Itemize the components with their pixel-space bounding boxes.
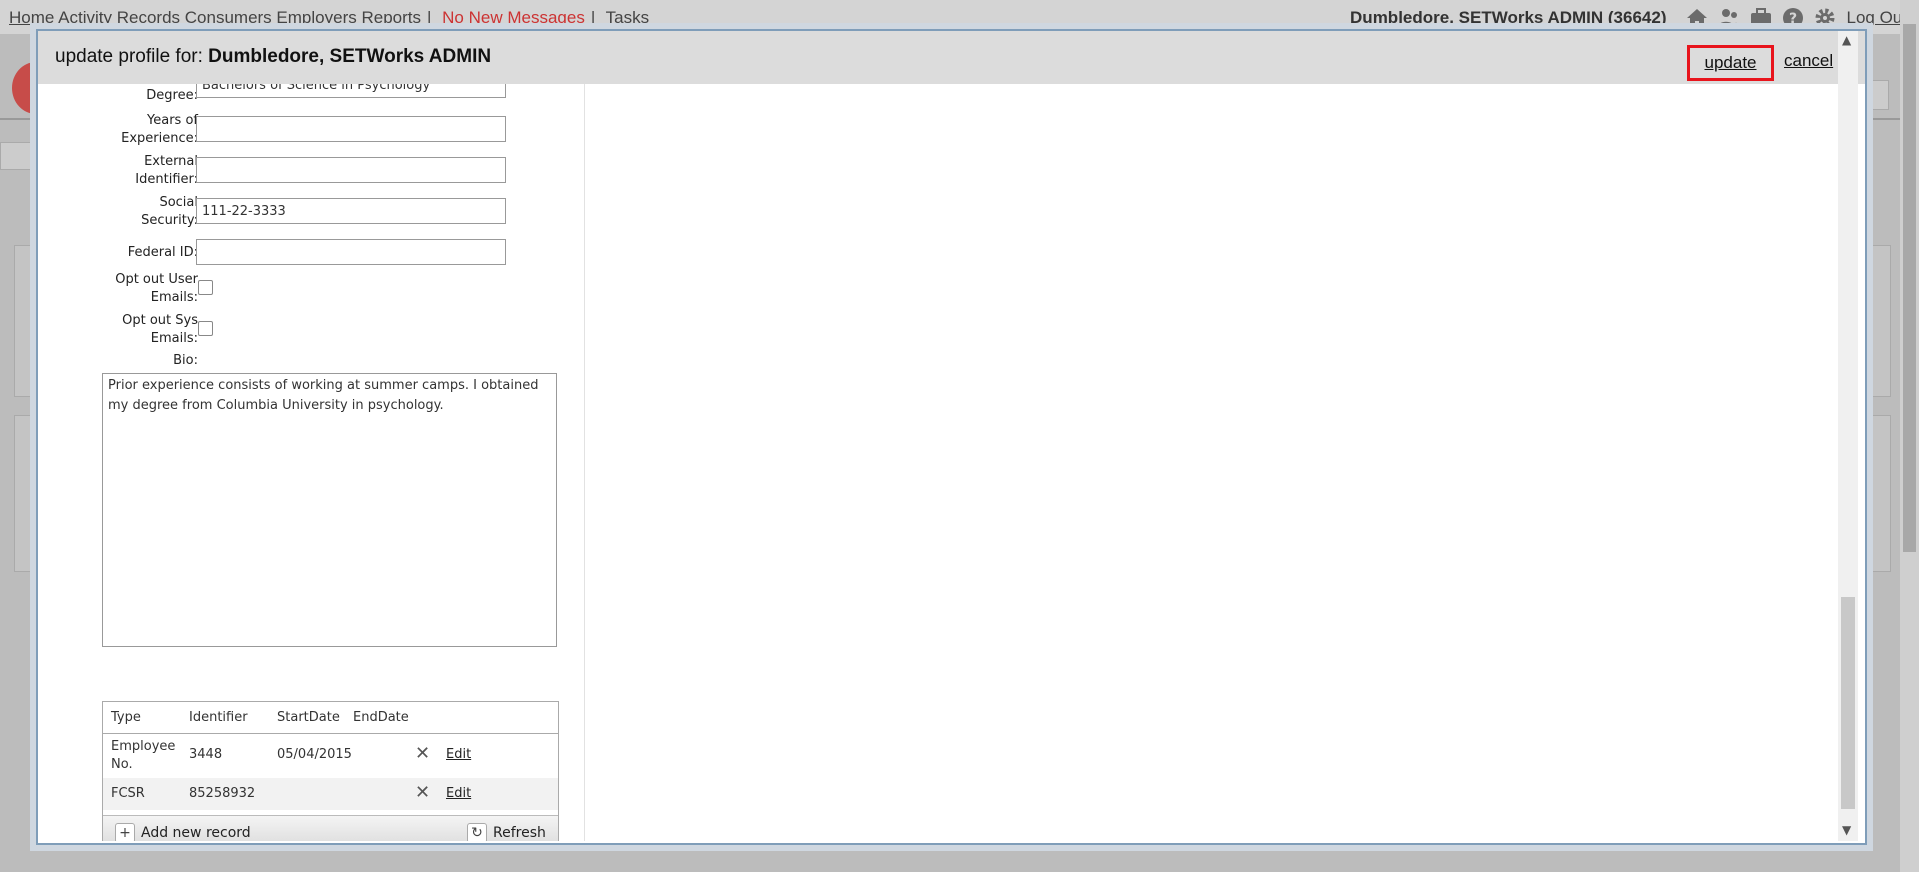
- dialog-title-prefix: update profile for:: [55, 46, 209, 67]
- opt-out-sys-emails-checkbox[interactable]: [198, 321, 213, 336]
- update-profile-dialog: update profile for: Dumbledore, SETWorks…: [36, 29, 1867, 845]
- social-security-label: Social Security:: [141, 194, 198, 230]
- nav-home[interactable]: Home: [9, 8, 54, 27]
- column-header-enddate[interactable]: EndDate: [353, 710, 409, 725]
- logout-link[interactable]: Log Out: [1847, 8, 1908, 28]
- opt-out-sys-emails-label: Opt out Sys Emails:: [122, 312, 198, 348]
- record-identifier-cell: 85258932: [189, 786, 256, 801]
- opt-out-sys-emails-label-line1: Opt out Sys: [122, 313, 198, 328]
- record-type-line2: No.: [111, 757, 133, 772]
- edit-record-link[interactable]: Edit: [446, 786, 471, 801]
- dialog-scrollbar[interactable]: ▲ ▼: [1838, 31, 1858, 841]
- nav-consumers[interactable]: Consumers: [185, 8, 272, 27]
- delete-icon[interactable]: ✕: [415, 782, 430, 803]
- years-experience-label-line2: Experience:: [121, 131, 198, 146]
- scroll-up-icon[interactable]: ▲: [1842, 33, 1851, 47]
- user-menu: Dumbledore, SETWorks ADMIN (36642) ? Log…: [1350, 7, 1907, 29]
- column-header-startdate[interactable]: StartDate: [277, 710, 340, 725]
- table-row: Employee No. 3448 05/04/2015 ✕ Edit: [103, 734, 558, 776]
- years-experience-label: Years of Experience:: [121, 112, 198, 148]
- degree-field[interactable]: [196, 84, 506, 98]
- opt-out-user-emails-checkbox[interactable]: [198, 280, 213, 295]
- edit-record-link[interactable]: Edit: [446, 747, 471, 762]
- main-menu: Home Activity Records Consumers Employer…: [9, 8, 649, 28]
- add-new-record-button[interactable]: + Add new record: [115, 822, 251, 841]
- years-experience-label-line1: Years of: [147, 113, 198, 128]
- degree-label: Degree:: [146, 88, 198, 103]
- nav-employers[interactable]: Employers: [276, 8, 356, 27]
- add-new-record-label: Add new record: [141, 825, 251, 841]
- users-icon[interactable]: [1717, 7, 1741, 29]
- briefcase-icon[interactable]: [1749, 7, 1773, 29]
- refresh-button[interactable]: ↻ Refresh: [467, 822, 546, 841]
- scroll-down-icon[interactable]: ▼: [1842, 823, 1851, 837]
- current-user: Dumbledore, SETWorks ADMIN (36642): [1350, 8, 1667, 27]
- delete-icon[interactable]: ✕: [415, 743, 430, 764]
- gear-icon[interactable]: [1813, 7, 1837, 29]
- external-identifier-label: External Identifier:: [135, 153, 198, 189]
- refresh-icon: ↻: [467, 823, 487, 841]
- dialog-title: update profile for: Dumbledore, SETWorks…: [55, 46, 491, 68]
- dialog-body: Degree: Years of Experience: External Iden…: [38, 84, 1838, 841]
- nav-messages[interactable]: No New Messages: [442, 8, 585, 27]
- dialog-scrollbar-thumb[interactable]: [1841, 597, 1855, 809]
- federal-id-field[interactable]: [196, 239, 506, 265]
- external-identifier-field[interactable]: [196, 157, 506, 183]
- nav-separator: |: [590, 8, 596, 27]
- external-identifier-label-line2: Identifier:: [135, 172, 198, 187]
- help-icon[interactable]: ?: [1781, 7, 1805, 29]
- table-row: FCSR 85258932 ✕ Edit: [103, 778, 558, 810]
- nav-tasks[interactable]: Tasks: [606, 8, 649, 27]
- record-startdate-cell: 05/04/2015: [277, 747, 352, 762]
- bio-label: Bio:: [173, 353, 198, 368]
- column-header-type[interactable]: Type: [111, 710, 141, 725]
- opt-out-user-emails-label-line2: Emails:: [150, 290, 198, 305]
- dialog-title-name: Dumbledore, SETWorks ADMIN: [208, 46, 492, 67]
- cancel-button[interactable]: cancel: [1784, 51, 1833, 71]
- update-button[interactable]: update: [1687, 45, 1774, 81]
- nav-separator: |: [427, 8, 432, 27]
- social-security-field[interactable]: [196, 198, 506, 224]
- column-header-identifier[interactable]: Identifier: [189, 710, 248, 725]
- bio-textarea[interactable]: Prior experience consists of working at …: [102, 373, 557, 647]
- record-type-cell: FCSR: [111, 786, 145, 801]
- social-security-label-line2: Security:: [141, 213, 198, 228]
- svg-text:?: ?: [1788, 11, 1796, 27]
- records-table: Type Identifier StartDate EndDate Employ…: [102, 701, 559, 841]
- page-scrollbar-thumb[interactable]: [1903, 24, 1916, 552]
- plus-icon: +: [115, 823, 135, 841]
- page-scrollbar[interactable]: [1900, 0, 1919, 872]
- record-identifier-cell: 3448: [189, 747, 223, 762]
- years-experience-field[interactable]: [196, 116, 506, 142]
- records-table-footer: + Add new record ↻ Refresh: [103, 815, 558, 841]
- social-security-label-line1: Social: [159, 195, 198, 210]
- external-identifier-label-line1: External: [144, 154, 198, 169]
- record-type-line1: Employee: [111, 739, 176, 754]
- records-table-header: Type Identifier StartDate EndDate: [103, 702, 558, 734]
- opt-out-user-emails-label-line1: Opt out User: [115, 272, 198, 287]
- dialog-header: update profile for: Dumbledore, SETWorks…: [38, 31, 1865, 84]
- opt-out-user-emails-label: Opt out User Emails:: [115, 271, 198, 307]
- nav-activity-records[interactable]: Activity Records: [58, 8, 180, 27]
- nav-reports[interactable]: Reports: [361, 8, 421, 27]
- home-icon[interactable]: [1685, 7, 1709, 29]
- refresh-label: Refresh: [493, 825, 546, 841]
- federal-id-label: Federal ID:: [127, 245, 198, 260]
- opt-out-sys-emails-label-line2: Emails:: [150, 331, 198, 346]
